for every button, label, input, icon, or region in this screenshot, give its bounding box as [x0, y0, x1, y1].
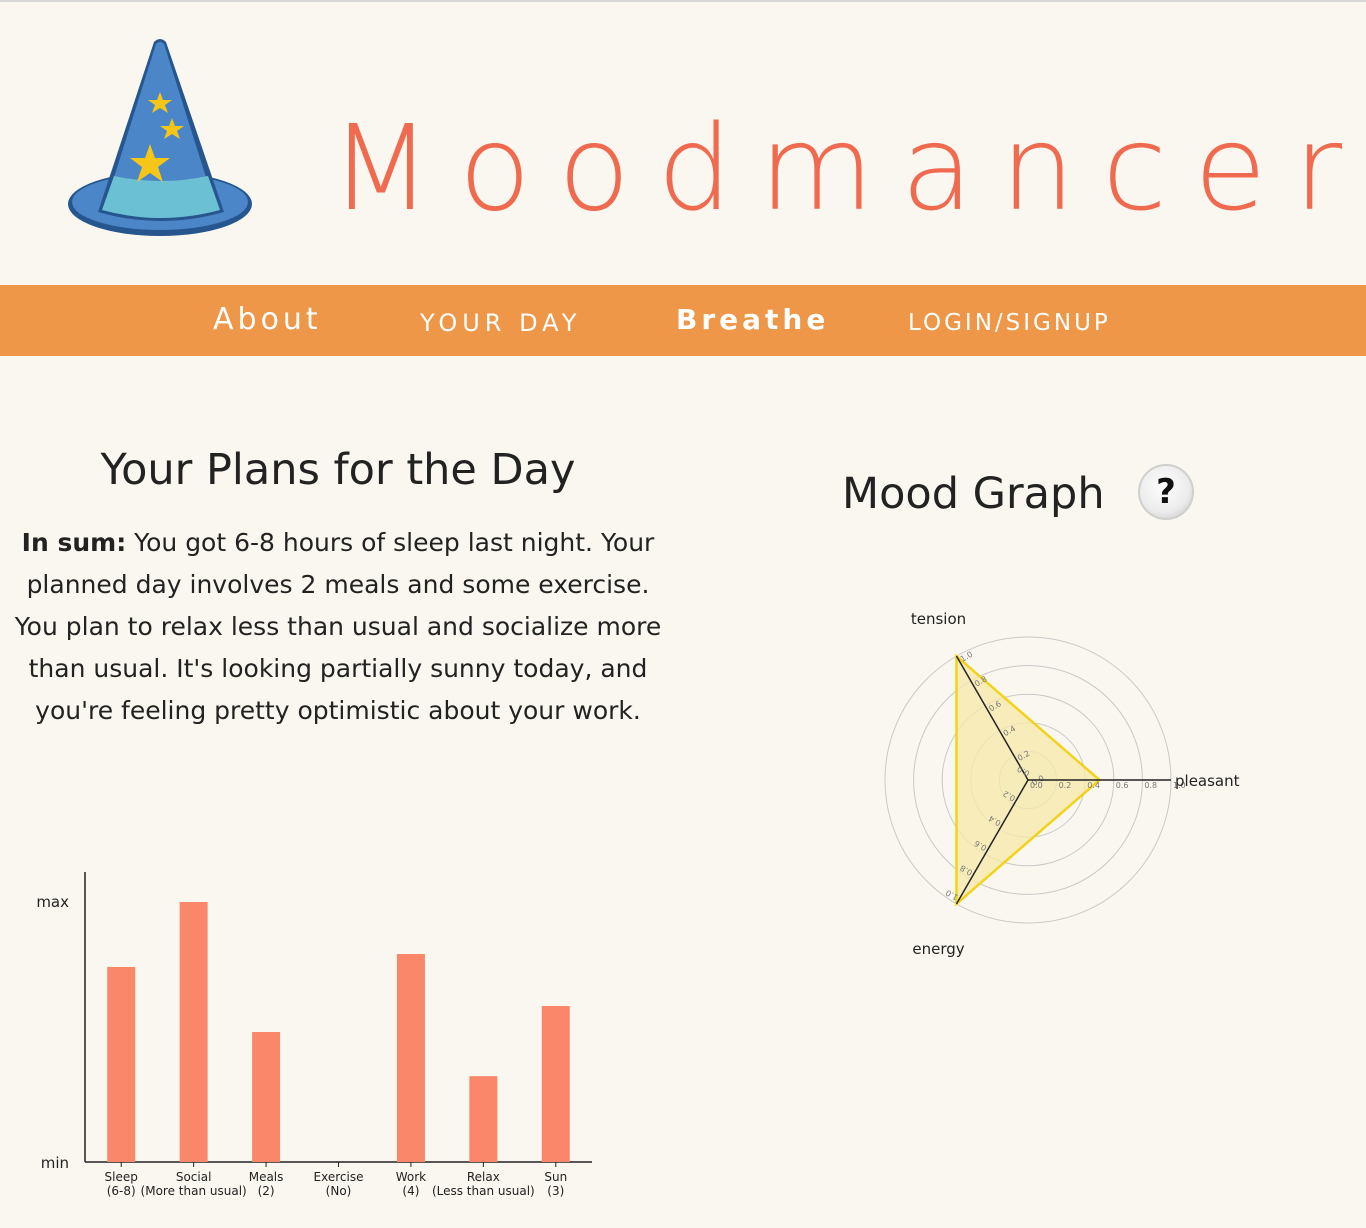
nav-login-link[interactable]: LOGIN/SIGNUP — [908, 289, 1111, 360]
top-border — [0, 0, 1366, 2]
plans-bar-chart: max min Sleep(6-8) Social(More than usual)M… — [36, 872, 592, 1198]
x-tick-label: Sleep — [105, 1170, 138, 1184]
bar-work — [396, 954, 425, 1162]
x-tick-sublabel: (4) — [402, 1184, 419, 1198]
radar-tick-label: 0.0 — [1030, 781, 1043, 790]
y-tick-min: min — [41, 1154, 69, 1172]
bar-social — [179, 902, 208, 1162]
bar-sleep — [107, 967, 136, 1162]
x-tick-sublabel: (6-8) — [107, 1184, 136, 1198]
x-tick-sublabel: (More than usual) — [141, 1184, 247, 1198]
x-tick-label: Work — [396, 1170, 426, 1184]
radar-tick-label: 1.0 — [959, 650, 975, 664]
x-tick-sublabel: (3) — [547, 1184, 564, 1198]
radar-tick-label: 0.6 — [1116, 781, 1129, 790]
plans-title: Your Plans for the Day — [100, 445, 576, 495]
x-tick-label: Meals — [249, 1170, 284, 1184]
radar-label-energy: energy — [912, 940, 964, 958]
help-button[interactable]: ? — [1138, 464, 1194, 520]
summary-lead: In sum: — [21, 528, 127, 557]
x-tick-label: Exercise — [314, 1170, 364, 1184]
x-tick-label: Sun — [544, 1170, 567, 1184]
bar-meals — [252, 1032, 281, 1162]
x-tick-label: Social — [176, 1170, 212, 1184]
app-title: Moodmancer — [330, 99, 1366, 237]
radar-tick-label: 0.8 — [1144, 781, 1157, 790]
mood-graph-title: Mood Graph — [842, 469, 1105, 519]
nav-breathe-link[interactable]: Breathe — [676, 285, 829, 356]
radar-tick-label: 0.4 — [1087, 781, 1100, 790]
x-tick-sublabel: (Less than usual) — [432, 1184, 535, 1198]
wizard-hat-icon — [68, 39, 252, 236]
plans-summary: In sum: You got 6-8 hours of sleep last … — [10, 522, 666, 732]
y-tick-max: max — [36, 893, 69, 911]
nav-your-day-link[interactable]: YOUR DAY — [420, 289, 581, 360]
radar-label-pleasant: pleasant — [1175, 772, 1240, 790]
x-tick-sublabel: (No) — [326, 1184, 352, 1198]
nav-about-link[interactable]: About — [213, 285, 322, 356]
bar-sun — [541, 1006, 570, 1162]
main-nav: About YOUR DAY Breathe LOGIN/SIGNUP — [0, 285, 1366, 356]
mood-radar-chart: 0.00.20.40.60.81.00.0 0.2 0.4 0.6 0.8 1.00.00… — [884, 610, 1240, 958]
x-tick-label: Relax — [467, 1170, 500, 1184]
radar-label-tension: tension — [911, 610, 966, 628]
x-tick-sublabel: (2) — [258, 1184, 275, 1198]
radar-tick-label: 0.2 — [1059, 781, 1072, 790]
bar-relax — [469, 1076, 498, 1162]
summary-text: You got 6-8 hours of sleep last night. Y… — [14, 528, 662, 725]
